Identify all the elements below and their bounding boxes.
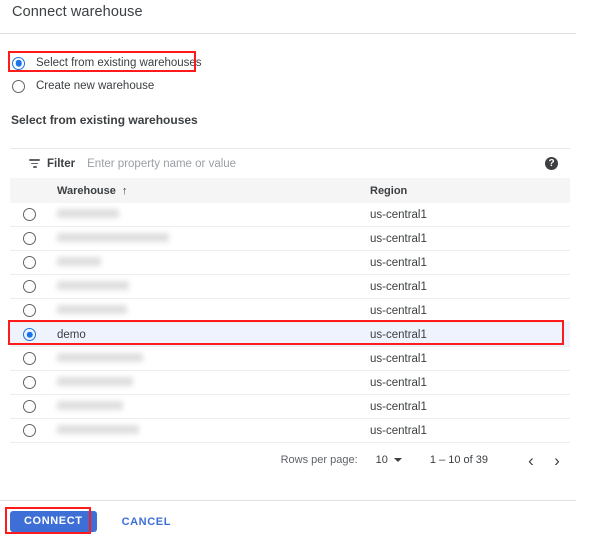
row-select-cell[interactable] [10, 232, 57, 245]
redacted-warehouse-name [57, 353, 143, 362]
radio-selected-icon[interactable] [12, 57, 25, 70]
table-row[interactable]: us-central1 [10, 275, 570, 299]
table-row[interactable]: us-central1 [10, 203, 570, 227]
warehouse-name-cell [57, 377, 370, 389]
radio-unselected-icon[interactable] [23, 232, 36, 245]
radio-option-create-new[interactable]: Create new warehouse [12, 77, 202, 95]
table-row[interactable]: us-central1 [10, 419, 570, 443]
connect-button[interactable]: CONNECT [10, 511, 97, 532]
filter-bar: Filter ? [10, 148, 570, 178]
radio-unselected-icon[interactable] [23, 400, 36, 413]
row-select-cell[interactable] [10, 256, 57, 269]
region-cell: us-central1 [370, 281, 570, 293]
redacted-warehouse-name [57, 401, 123, 410]
radio-option-label: Create new warehouse [36, 80, 154, 92]
row-select-cell[interactable] [10, 328, 57, 341]
redacted-warehouse-name [57, 257, 101, 266]
table-row[interactable]: us-central1 [10, 347, 570, 371]
rows-per-page-value: 10 [376, 454, 388, 466]
region-cell: us-central1 [370, 305, 570, 317]
region-cell: us-central1 [370, 425, 570, 437]
table-row[interactable]: us-central1 [10, 395, 570, 419]
table-row[interactable]: us-central1 [10, 371, 570, 395]
table-header-region[interactable]: Region [370, 185, 570, 197]
radio-unselected-icon[interactable] [23, 256, 36, 269]
row-select-cell[interactable] [10, 304, 57, 317]
row-select-cell[interactable] [10, 400, 57, 413]
cancel-button[interactable]: CANCEL [122, 511, 171, 532]
table-body: us-central1 us-central1 us-central1 us-cent… [10, 203, 570, 443]
row-select-cell[interactable] [10, 376, 57, 389]
rows-per-page-select[interactable]: 10 [376, 454, 402, 466]
table-row[interactable]: us-central1 [10, 227, 570, 251]
redacted-warehouse-name [57, 209, 119, 218]
top-divider [0, 33, 576, 34]
section-subheading: Select from existing warehouses [11, 113, 198, 127]
table-header-warehouse-label: Warehouse [57, 185, 116, 197]
radio-unselected-icon[interactable] [23, 304, 36, 317]
radio-unselected-icon[interactable] [23, 208, 36, 221]
table-row[interactable]: us-central1 [10, 251, 570, 275]
filter-input[interactable] [87, 158, 545, 170]
radio-unselected-icon[interactable] [23, 352, 36, 365]
table-header-row: Warehouse ↑ Region [10, 178, 570, 203]
warehouse-name-cell [57, 281, 370, 293]
next-page-button[interactable]: › [544, 452, 570, 469]
bottom-divider [0, 500, 576, 501]
warehouse-name-cell: demo [57, 329, 370, 341]
warehouse-name: demo [57, 329, 86, 341]
warehouse-name-cell [57, 305, 370, 317]
chevron-down-icon [394, 458, 402, 462]
region-cell: us-central1 [370, 329, 570, 341]
region-cell: us-central1 [370, 353, 570, 365]
radio-unselected-icon[interactable] [23, 424, 36, 437]
redacted-warehouse-name [57, 377, 133, 386]
filter-icon [28, 157, 41, 170]
region-cell: us-central1 [370, 233, 570, 245]
redacted-warehouse-name [57, 233, 169, 242]
redacted-warehouse-name [57, 281, 129, 290]
pagination-range-label: 1 – 10 of 39 [430, 454, 488, 466]
warehouse-name-cell [57, 425, 370, 437]
row-select-cell[interactable] [10, 280, 57, 293]
dialog-footer: CONNECT CANCEL [10, 511, 171, 532]
redacted-warehouse-name [57, 305, 127, 314]
paginator: Rows per page: 10 1 – 10 of 39 ‹ › [10, 443, 570, 477]
radio-unselected-icon[interactable] [12, 80, 25, 93]
sort-ascending-icon[interactable]: ↑ [122, 185, 128, 197]
region-cell: us-central1 [370, 377, 570, 389]
previous-page-button[interactable]: ‹ [518, 452, 544, 469]
warehouse-name-cell [57, 401, 370, 413]
radio-unselected-icon[interactable] [23, 280, 36, 293]
table-row[interactable]: demo us-central1 [10, 323, 570, 347]
rows-per-page-label: Rows per page: [281, 454, 358, 466]
warehouse-name-cell [57, 257, 370, 269]
table-row[interactable]: us-central1 [10, 299, 570, 323]
redacted-warehouse-name [57, 425, 139, 434]
filter-label: Filter [47, 158, 75, 170]
warehouse-name-cell [57, 353, 370, 365]
region-cell: us-central1 [370, 401, 570, 413]
radio-option-select-existing[interactable]: Select from existing warehouses [12, 54, 202, 72]
radio-selected-icon[interactable] [23, 328, 36, 341]
warehouse-mode-radio-group: Select from existing warehouses Create n… [12, 54, 202, 100]
warehouse-name-cell [57, 233, 370, 245]
row-select-cell[interactable] [10, 352, 57, 365]
region-cell: us-central1 [370, 257, 570, 269]
warehouse-table: Warehouse↑ Region us-central1us-central1… [10, 178, 570, 443]
row-select-cell[interactable] [10, 208, 57, 221]
warehouse-name-cell [57, 209, 370, 221]
region-cell: us-central1 [370, 209, 570, 221]
radio-option-label: Select from existing warehouses [36, 57, 202, 69]
help-icon[interactable]: ? [545, 157, 558, 170]
row-select-cell[interactable] [10, 424, 57, 437]
radio-unselected-icon[interactable] [23, 376, 36, 389]
table-header-warehouse[interactable]: Warehouse ↑ [57, 185, 370, 197]
page-title: Connect warehouse [12, 4, 143, 20]
